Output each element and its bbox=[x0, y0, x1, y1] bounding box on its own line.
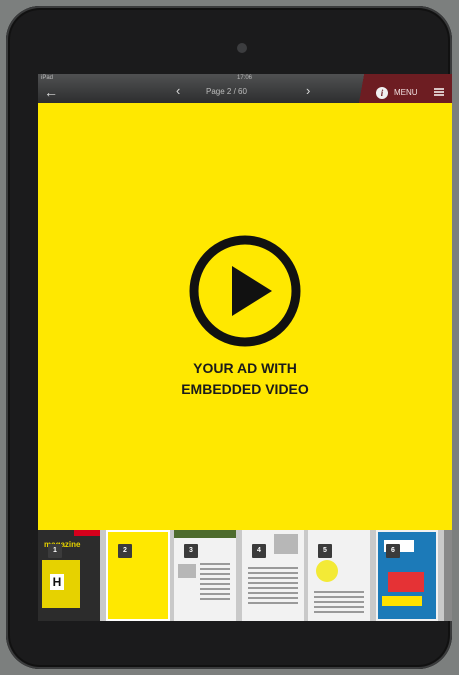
camera-dot bbox=[237, 43, 247, 53]
thumbnail-page-2-selected[interactable]: 2 bbox=[106, 530, 170, 621]
thumbnail-text bbox=[314, 588, 364, 616]
thumbnail-page-7[interactable] bbox=[444, 530, 452, 621]
menu-button[interactable]: MENU bbox=[394, 88, 418, 97]
page-thumbnail-strip: magazine H 1 2 3 4 5 6 bbox=[38, 530, 452, 621]
ad-caption-line1: YOUR AD WITH bbox=[193, 360, 297, 376]
page-number-badge: 1 bbox=[48, 544, 62, 558]
thumbnail-red-bar bbox=[74, 530, 100, 536]
thumbnail-highlight bbox=[316, 560, 338, 582]
thumbnail-image bbox=[274, 534, 298, 554]
thumbnail-text bbox=[200, 560, 230, 603]
thumbnail-h-logo: H bbox=[50, 574, 64, 590]
page-indicator: Page 2 / 60 bbox=[206, 87, 247, 96]
thumbnail-page-3[interactable]: 3 bbox=[174, 530, 236, 621]
thumbnail-image bbox=[178, 564, 196, 578]
page-number-badge: 4 bbox=[252, 544, 266, 558]
app-screen: iPad 17:06 ← ‹ Page 2 / 60 › i MENU YOUR… bbox=[38, 74, 452, 621]
thumbnail-red-block bbox=[388, 572, 424, 592]
ad-caption-line2: EMBEDDED VIDEO bbox=[181, 381, 309, 397]
video-ad-page[interactable]: YOUR AD WITH EMBEDDED VIDEO bbox=[38, 103, 452, 530]
thumbnail-text bbox=[248, 564, 298, 607]
top-toolbar: iPad 17:06 ← ‹ Page 2 / 60 › i MENU bbox=[38, 74, 452, 103]
hamburger-icon[interactable] bbox=[434, 88, 444, 97]
info-icon[interactable]: i bbox=[376, 87, 388, 99]
thumbnail-yellow-block bbox=[382, 596, 422, 606]
thumbnail-page-6[interactable]: 6 bbox=[376, 530, 438, 621]
status-carrier: iPad bbox=[41, 75, 54, 81]
next-page-arrow-icon[interactable]: › bbox=[306, 83, 310, 98]
status-time: 17:06 bbox=[237, 75, 253, 81]
previous-page-arrow-icon[interactable]: ‹ bbox=[176, 83, 180, 98]
page-number-badge: 6 bbox=[386, 544, 400, 558]
back-arrow-icon[interactable]: ← bbox=[44, 84, 58, 100]
thumbnail-page-1[interactable]: magazine H 1 bbox=[38, 530, 100, 621]
tablet-frame: iPad 17:06 ← ‹ Page 2 / 60 › i MENU YOUR… bbox=[6, 6, 452, 669]
thumbnail-page-4[interactable]: 4 bbox=[242, 530, 304, 621]
thumbnail-page-5[interactable]: 5 bbox=[308, 530, 370, 621]
page-number-badge: 2 bbox=[118, 544, 132, 558]
ad-caption: YOUR AD WITH EMBEDDED VIDEO bbox=[38, 358, 452, 400]
page-number-badge: 5 bbox=[318, 544, 332, 558]
page-number-badge: 3 bbox=[184, 544, 198, 558]
thumbnail-header bbox=[174, 530, 236, 538]
play-circle-icon[interactable] bbox=[189, 235, 301, 347]
